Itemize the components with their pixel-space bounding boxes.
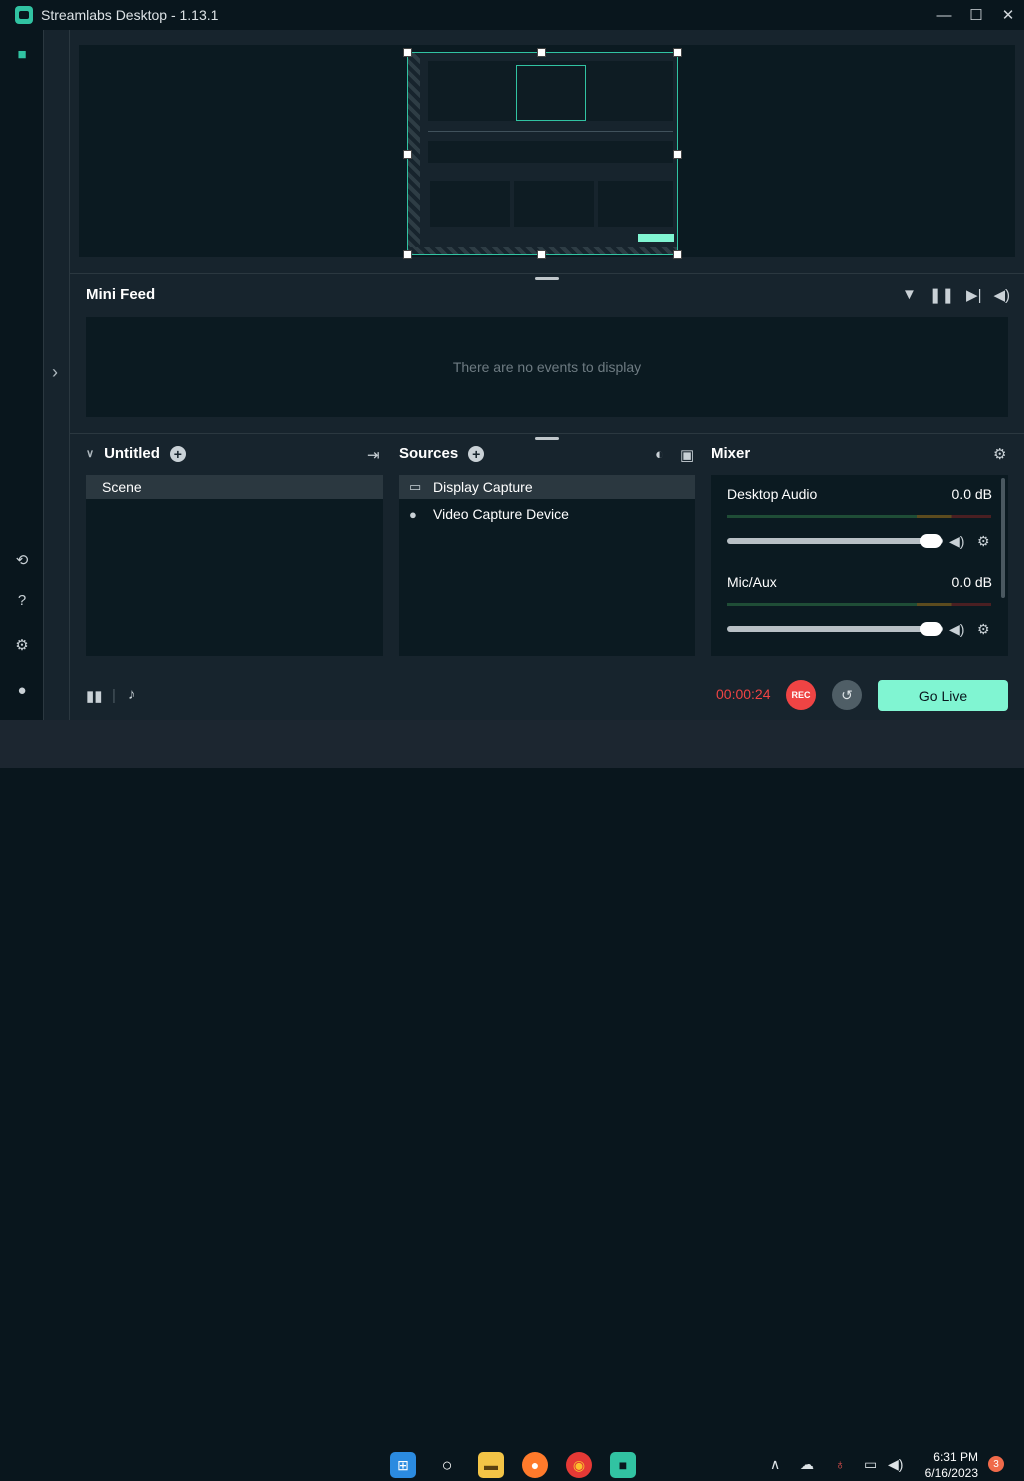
scene-item[interactable]: Scene: [86, 475, 383, 499]
chevron-right-icon[interactable]: ›: [52, 362, 58, 383]
chrome-icon[interactable]: ◉: [566, 1452, 592, 1478]
settings-gear-icon[interactable]: ⚙: [12, 635, 32, 655]
divider: [70, 273, 1024, 274]
resize-handle[interactable]: [537, 250, 546, 259]
record-button[interactable]: REC: [786, 680, 816, 710]
notification-badge[interactable]: 3: [988, 1456, 1004, 1472]
mixer-title: Mixer: [711, 445, 751, 462]
footer-divider: |: [112, 687, 116, 704]
cloud-offline-icon[interactable]: ☁: [800, 1456, 814, 1473]
title-bar: Streamlabs Desktop - 1.13.1 — ☐ ✕: [0, 0, 1024, 30]
mixer-panel: Desktop Audio 0.0 dB ◀) ⚙ Mic/Aux 0.0 dB…: [711, 475, 1008, 656]
skip-icon[interactable]: ▶|: [966, 286, 981, 304]
microphone-icon[interactable]: ♁: [835, 1456, 846, 1472]
sources-panel: ▭ Display Capture ● Video Capture Device: [399, 475, 695, 656]
window-title: Streamlabs Desktop - 1.13.1: [41, 7, 219, 23]
channel-name: Mic/Aux: [727, 574, 777, 590]
scene-collection-name[interactable]: Untitled: [104, 445, 160, 462]
audio-meter: [727, 515, 991, 518]
speaker-icon[interactable]: ◀): [993, 286, 1010, 304]
clock-time: 6:31 PM: [933, 1450, 978, 1464]
channel-level: 0.0 dB: [951, 574, 992, 590]
display-capture-preview[interactable]: [407, 52, 678, 255]
empty-feed-text: There are no events to display: [452, 359, 642, 375]
divider: [70, 433, 1024, 434]
windows-start-icon[interactable]: ⊞: [390, 1452, 416, 1478]
studio-camera-icon[interactable]: ■: [12, 44, 32, 64]
filter-icon[interactable]: ▼: [902, 286, 917, 304]
mixer-settings-icon[interactable]: ⚙: [993, 445, 1006, 463]
resize-handle[interactable]: [673, 250, 682, 259]
channel-level: 0.0 dB: [951, 486, 992, 502]
notification-bell-icon[interactable]: ♪: [128, 686, 136, 703]
mixer-header: Mixer: [711, 445, 750, 462]
minimize-button[interactable]: —: [928, 0, 960, 30]
firefox-icon[interactable]: ●: [522, 1452, 548, 1478]
resize-grip[interactable]: [535, 437, 559, 440]
channel-settings-icon[interactable]: ⚙: [977, 533, 990, 550]
streamlabs-taskbar-icon[interactable]: ■: [610, 1452, 636, 1478]
clock-date: 6/16/2023: [924, 1466, 978, 1480]
audio-meter: [727, 603, 991, 606]
sources-title: Sources: [399, 445, 459, 462]
monitor-icon: ▭: [409, 479, 422, 494]
source-item[interactable]: ▭ Display Capture: [399, 475, 695, 499]
resize-handle[interactable]: [673, 150, 682, 159]
network-icon[interactable]: ▭: [864, 1456, 877, 1473]
performance-chart-icon[interactable]: ▮▮: [86, 687, 103, 705]
pause-icon[interactable]: ❚❚: [929, 286, 954, 304]
resize-handle[interactable]: [403, 250, 412, 259]
channel-name: Desktop Audio: [727, 486, 818, 502]
volume-slider-knob[interactable]: [920, 534, 942, 548]
close-button[interactable]: ✕: [992, 0, 1024, 30]
volume-slider[interactable]: [727, 538, 943, 544]
mini-feed-title: Mini Feed: [86, 286, 156, 303]
mute-speaker-icon[interactable]: ◀): [949, 621, 964, 638]
channel-settings-icon[interactable]: ⚙: [977, 621, 990, 638]
resize-handle[interactable]: [403, 150, 412, 159]
resize-handle[interactable]: [403, 48, 412, 57]
replay-buffer-icon[interactable]: ↺: [832, 680, 862, 710]
volume-icon[interactable]: ◀): [888, 1456, 903, 1473]
resize-grip[interactable]: [535, 277, 559, 280]
webcam-icon: ●: [409, 506, 417, 522]
search-icon[interactable]: ○: [434, 1452, 460, 1478]
sources-header: Sources +: [399, 445, 485, 462]
volume-slider[interactable]: [727, 626, 943, 632]
recording-timer: 00:00:24: [716, 686, 771, 702]
user-profile-icon[interactable]: ●: [12, 680, 32, 700]
volume-slider-knob[interactable]: [920, 622, 942, 636]
windows-taskbar: ⊞ ○ ▬ ● ◉ ■ ∧ ☁ ♁ ▭ ◀) 6:31 PM 6/16/2023…: [0, 720, 1024, 1480]
scene-transition-icon[interactable]: ⇥: [367, 446, 380, 464]
chevron-down-icon[interactable]: ∨: [86, 447, 94, 460]
resize-handle[interactable]: [537, 48, 546, 57]
resize-handle[interactable]: [673, 48, 682, 57]
app-window: Streamlabs Desktop - 1.13.1 — ☐ ✕ ■ ⟲ ? …: [0, 0, 1024, 720]
add-source-icon[interactable]: +: [468, 445, 485, 462]
maximize-button[interactable]: ☐: [960, 0, 992, 30]
source-item[interactable]: ● Video Capture Device: [399, 502, 695, 526]
add-folder-icon[interactable]: ▣: [680, 446, 694, 464]
mixer-scrollbar[interactable]: [1001, 478, 1005, 598]
sidebar: ■ ⟲ ? ⚙ ●: [0, 30, 44, 720]
link-settings-icon[interactable]: ⟲: [12, 550, 32, 570]
streamlabs-logo-icon: [15, 6, 33, 24]
mute-speaker-icon[interactable]: ◀): [949, 533, 964, 550]
tray-overflow-icon[interactable]: ∧: [770, 1456, 780, 1473]
scenes-panel: Scene: [86, 475, 383, 656]
scenes-header: ∨ Untitled +: [86, 445, 186, 462]
mini-feed-panel: There are no events to display: [86, 317, 1008, 417]
add-scene-icon[interactable]: +: [169, 445, 186, 462]
audio-filter-icon[interactable]: ◐: [655, 446, 664, 463]
go-live-button[interactable]: Go Live: [878, 680, 1008, 711]
system-clock[interactable]: 6:31 PM 6/16/2023: [916, 1449, 978, 1481]
help-icon[interactable]: ?: [12, 590, 32, 610]
file-explorer-icon[interactable]: ▬: [478, 1452, 504, 1478]
